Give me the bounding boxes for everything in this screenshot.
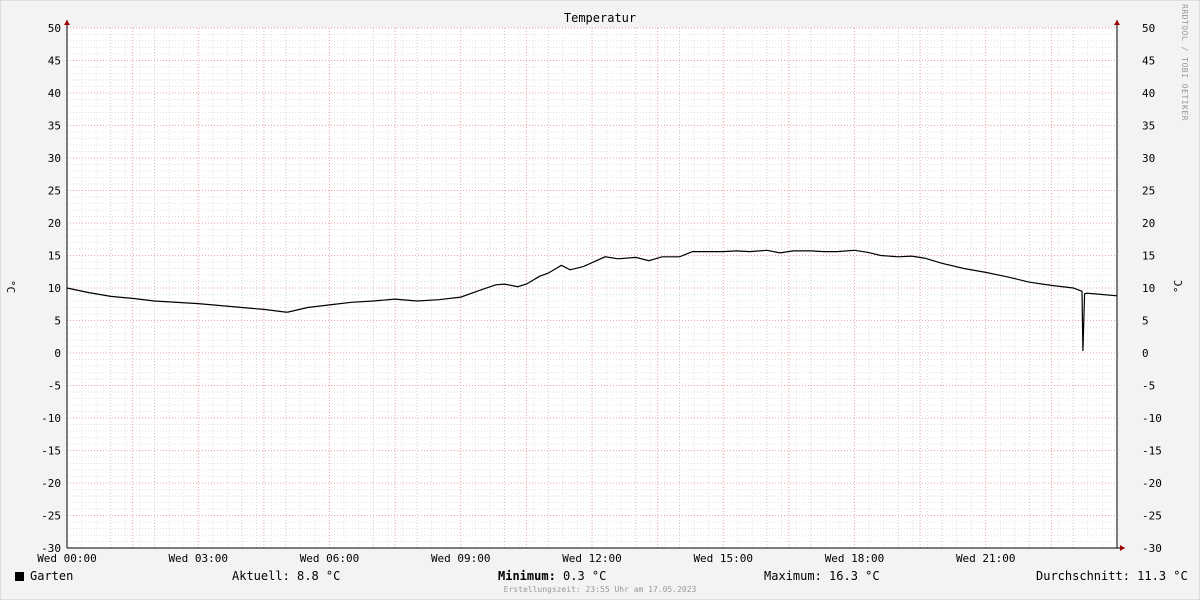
y-tick-label-left: 20 <box>48 217 61 230</box>
x-tick-label: Wed 09:00 <box>431 552 491 565</box>
legend-series-name: Garten <box>30 569 74 583</box>
legend-aktuell: Aktuell: 8.8 °C <box>232 569 340 583</box>
watermark-text: RRDTOOL / TOBI OETIKER <box>1180 4 1189 121</box>
legend-entry-garten: Garten <box>15 569 73 583</box>
y-tick-label-left: 25 <box>48 185 61 198</box>
x-tick-label: Wed 12:00 <box>562 552 622 565</box>
y-tick-label-left: -25 <box>41 510 61 523</box>
y-tick-label-right: 40 <box>1142 87 1155 100</box>
y-tick-label-right: 25 <box>1142 185 1155 198</box>
durchschnitt-value: 11.3 °C <box>1137 569 1188 583</box>
aktuell-value: 8.8 °C <box>297 569 341 583</box>
y-tick-label-right: 35 <box>1142 120 1155 133</box>
y-tick-label-left: 40 <box>48 87 61 100</box>
x-tick-label: Wed 03:00 <box>168 552 228 565</box>
y-tick-label-right: 15 <box>1142 250 1155 263</box>
y-tick-label-left: 15 <box>48 250 61 263</box>
y-tick-label-right: 20 <box>1142 217 1155 230</box>
y-tick-label-right: -15 <box>1142 445 1162 458</box>
minimum-label: Minimum: <box>498 569 556 583</box>
x-tick-label: Wed 21:00 <box>956 552 1016 565</box>
y-tick-label-left: -20 <box>41 477 61 490</box>
legend-durchschnitt: Durchschnitt: 11.3 °C <box>1036 569 1188 583</box>
aktuell-label: Aktuell: <box>232 569 290 583</box>
legend-swatch <box>15 572 24 581</box>
y-axis-label-left: °C <box>4 279 18 294</box>
y-axis-label-right: °C <box>1172 279 1186 294</box>
legend-minimum: Minimum: 0.3 °C <box>498 569 606 583</box>
durchschnitt-label: Durchschnitt: <box>1036 569 1130 583</box>
chart-title: Temperatur <box>563 11 637 25</box>
x-tick-label: Wed 18:00 <box>825 552 885 565</box>
y-tick-label-left: -15 <box>41 445 61 458</box>
y-tick-label-left: 35 <box>48 120 61 133</box>
y-tick-label-right: 5 <box>1142 315 1149 328</box>
y-tick-label-right: 0 <box>1142 347 1149 360</box>
y-tick-label-left: 0 <box>54 347 61 360</box>
x-tick-label: Wed 06:00 <box>300 552 360 565</box>
y-tick-label-right: 45 <box>1142 55 1155 68</box>
y-tick-label-right: -10 <box>1142 412 1162 425</box>
y-tick-label-right: -20 <box>1142 477 1162 490</box>
y-tick-label-left: 30 <box>48 152 61 165</box>
y-tick-label-right: -30 <box>1142 542 1162 555</box>
footer-timestamp: Erstellungszeit: 23:55 Uhr am 17.05.2023 <box>503 585 697 594</box>
y-tick-label-left: -5 <box>48 380 61 393</box>
y-tick-label-right: 10 <box>1142 282 1155 295</box>
y-tick-label-right: -5 <box>1142 380 1155 393</box>
chart-canvas: 50 5045 4540 4035 3530 3025 2520 2015 1510 105 50 0… <box>0 0 1200 600</box>
y-tick-label-right: 30 <box>1142 152 1155 165</box>
y-tick-label-left: 5 <box>54 315 61 328</box>
y-tick-label-right: -25 <box>1142 510 1162 523</box>
x-tick-label: Wed 00:00 <box>37 552 97 565</box>
chart-panel: 50 50 45 45 40 40 35 35 30 30 25 25 20 20 15 15 10 10 5 5 0 0… <box>0 0 1200 600</box>
maximum-value: 16.3 °C <box>829 569 880 583</box>
legend-maximum: Maximum: 16.3 °C <box>764 569 880 583</box>
x-tick-label: Wed 15:00 <box>693 552 753 565</box>
minimum-value: 0.3 °C <box>563 569 607 583</box>
maximum-label: Maximum: <box>764 569 822 583</box>
y-tick-label-left: 45 <box>48 55 61 68</box>
y-tick-label-left: 10 <box>48 282 61 295</box>
y-tick-label-left: -10 <box>41 412 61 425</box>
